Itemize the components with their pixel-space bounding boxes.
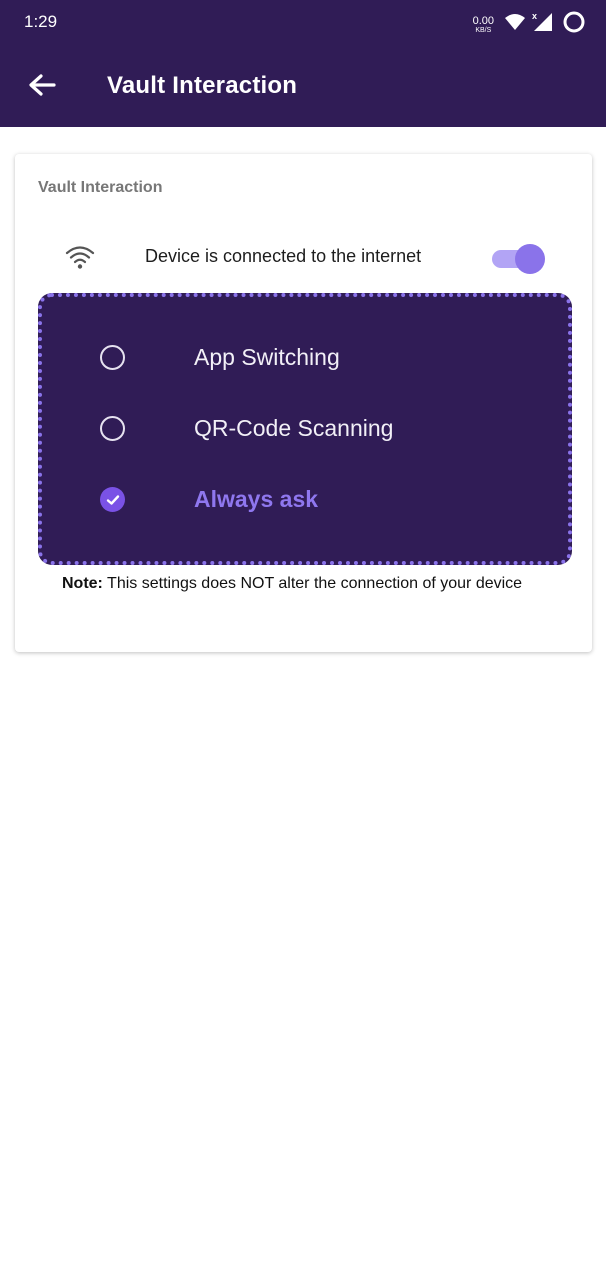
svg-text:x: x — [532, 11, 537, 21]
option-app-switching[interactable]: App Switching — [42, 332, 568, 388]
wifi-icon — [65, 244, 95, 275]
internet-toggle-label: Device is connected to the internet — [145, 246, 422, 266]
radio-checked-icon — [100, 487, 125, 512]
option-qr-code-scanning[interactable]: QR-Code Scanning — [42, 403, 568, 459]
note-body: This settings does NOT alter the connect… — [107, 575, 523, 592]
arrow-left-icon — [28, 73, 56, 102]
page-title: Vault Interaction — [107, 72, 298, 99]
net-speed-value: 0.00 — [472, 14, 494, 27]
option-label: QR-Code Scanning — [194, 415, 394, 441]
radio-unchecked-icon — [100, 416, 125, 441]
internet-toggle[interactable] — [492, 242, 548, 274]
app-bar: Vault Interaction — [0, 45, 606, 127]
signal-icon: x — [532, 11, 556, 38]
status-time: 1:29 — [24, 12, 58, 31]
option-label: App Switching — [194, 344, 340, 370]
battery-ring-icon — [562, 10, 586, 39]
vault-interaction-card: Vault Interaction Device is connected to… — [15, 154, 592, 652]
option-always-ask[interactable]: Always ask — [42, 474, 568, 530]
net-speed: 0.00 KB/S — [472, 14, 494, 34]
net-speed-unit: KB/S — [475, 26, 492, 34]
status-icons: 0.00 KB/S x — [473, 10, 586, 39]
note-text: Note: This settings does NOT alter the c… — [62, 571, 542, 597]
note-bold: Note: — [62, 575, 103, 592]
status-bar: 1:29 0.00 KB/S x — [0, 0, 606, 45]
toggle-thumb — [515, 244, 545, 274]
card-title: Vault Interaction — [38, 179, 163, 196]
radio-unchecked-icon — [100, 345, 125, 370]
back-button[interactable] — [22, 69, 62, 105]
wifi-icon — [504, 13, 526, 36]
options-group: App Switching QR-Code Scanning Always as… — [38, 293, 572, 565]
option-label: Always ask — [194, 486, 319, 512]
